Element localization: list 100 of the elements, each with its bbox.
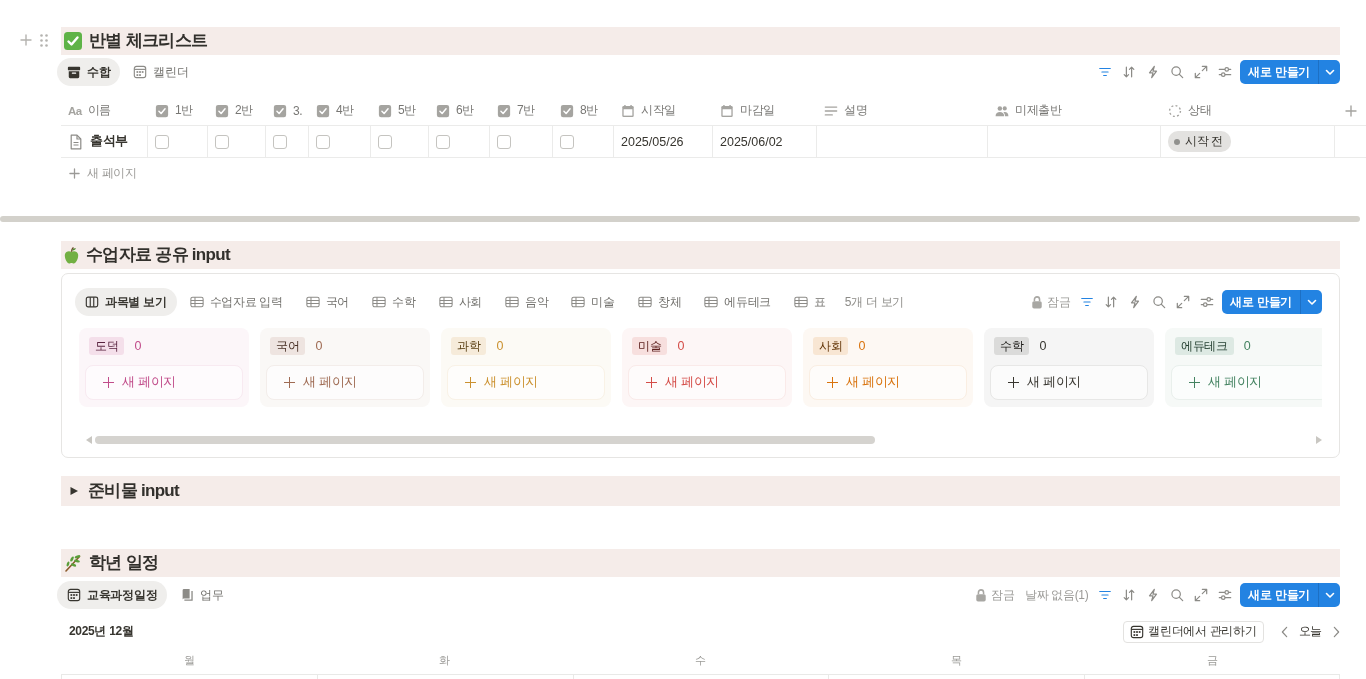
column-header[interactable]: 미제출반 xyxy=(1015,102,1062,119)
checkbox-type-icon xyxy=(378,103,392,118)
checkbox[interactable] xyxy=(497,134,511,149)
column-header[interactable]: 시작일 xyxy=(641,102,677,119)
view-tab[interactable]: 에듀테크 xyxy=(694,288,782,316)
table-icon xyxy=(372,295,387,309)
lock-button[interactable]: 잠금 xyxy=(1031,293,1071,311)
group-count: 0 xyxy=(315,339,323,353)
expand-icon[interactable] xyxy=(1194,588,1209,602)
add-page-button[interactable]: 새 페이지 xyxy=(628,365,786,400)
checkbox[interactable] xyxy=(273,134,287,149)
add-column-icon[interactable] xyxy=(1344,104,1357,117)
view-tab[interactable]: 음악 xyxy=(495,288,559,316)
calendar-icon xyxy=(67,588,81,602)
checkbox[interactable] xyxy=(155,134,169,149)
table-icon xyxy=(438,295,453,309)
column-header[interactable]: 2반 xyxy=(235,102,254,119)
add-page-button[interactable]: 새 페이지 xyxy=(1171,365,1322,400)
people-icon xyxy=(995,104,1009,117)
search-icon[interactable] xyxy=(1170,588,1185,602)
chevron-right-icon[interactable] xyxy=(1333,625,1340,638)
view-tab[interactable]: 수합 xyxy=(57,58,121,86)
add-page-button[interactable]: 새 페이지 xyxy=(447,365,605,400)
checkbox[interactable] xyxy=(215,134,229,149)
settings-icon[interactable] xyxy=(1218,65,1233,79)
group-count: 0 xyxy=(496,339,504,353)
sort-icon[interactable] xyxy=(1122,588,1137,602)
add-page-button[interactable]: 새 페이지 xyxy=(990,365,1148,400)
column-header[interactable]: 설명 xyxy=(844,102,868,119)
sort-icon[interactable] xyxy=(1104,295,1119,309)
column-header[interactable]: 상태 xyxy=(1188,102,1212,119)
expand-icon[interactable] xyxy=(1194,65,1209,79)
view-tab[interactable]: 수학 xyxy=(362,288,426,316)
checkbox[interactable] xyxy=(560,134,574,149)
view-tab[interactable]: 사회 xyxy=(428,288,492,316)
checkbox-type-icon xyxy=(316,103,330,118)
view-tab[interactable]: 국어 xyxy=(295,288,360,316)
group-tag: 도덕 xyxy=(89,337,125,355)
column-header[interactable]: 5반 xyxy=(398,102,417,119)
new-button[interactable]: 새로 만들기 xyxy=(1240,60,1318,84)
chevron-left-icon[interactable] xyxy=(1280,625,1288,638)
manage-calendar-button[interactable]: 캘린더에서 관리하기 xyxy=(1123,620,1264,643)
column-header[interactable]: 마감일 xyxy=(740,102,776,119)
expand-icon[interactable] xyxy=(1176,295,1191,309)
column-header[interactable]: 1반 xyxy=(175,102,194,119)
add-page-button[interactable]: 새 페이지 xyxy=(266,365,424,400)
dropdown-button[interactable] xyxy=(1318,60,1340,84)
column-header[interactable]: 7반 xyxy=(517,102,536,119)
filter-icon[interactable] xyxy=(1098,65,1113,79)
drag-handle-icon[interactable] xyxy=(40,34,48,47)
filter-icon[interactable] xyxy=(1080,295,1095,309)
add-page-button[interactable]: 새 페이지 xyxy=(85,365,243,400)
column-header[interactable]: 3. xyxy=(293,103,303,118)
view-tab[interactable]: 업무 xyxy=(170,581,234,609)
toggle-triangle-icon[interactable] xyxy=(69,486,79,496)
new-button[interactable]: 새로 만들기 xyxy=(1222,290,1300,314)
group-tag: 과학 xyxy=(451,337,487,355)
checkbox[interactable] xyxy=(378,134,392,149)
checkbox-type-icon xyxy=(436,103,450,118)
new-page-button[interactable]: 새 페이지 xyxy=(61,160,145,186)
new-button[interactable]: 새로 만들기 xyxy=(1240,583,1318,607)
search-icon[interactable] xyxy=(1152,295,1167,309)
scrollbar-thumb[interactable] xyxy=(95,436,875,444)
settings-icon[interactable] xyxy=(1200,295,1215,309)
view-tab[interactable]: 캘린더 xyxy=(123,58,199,86)
today-button[interactable]: 오늘 xyxy=(1296,623,1324,640)
plus-icon[interactable] xyxy=(20,34,32,46)
dropdown-button[interactable] xyxy=(1300,290,1322,314)
column-header[interactable]: 6반 xyxy=(456,102,475,119)
checkbox[interactable] xyxy=(316,134,330,149)
view-tab[interactable]: 표 xyxy=(784,288,836,316)
calendar-icon xyxy=(1130,624,1145,639)
add-page-button[interactable]: 새 페이지 xyxy=(809,365,967,400)
search-icon[interactable] xyxy=(1170,65,1185,79)
view-tab[interactable]: 교육과정일정 xyxy=(57,581,168,609)
lock-button[interactable]: 잠금 xyxy=(975,586,1015,604)
view-tab[interactable]: 수업자료 입력 xyxy=(179,288,293,316)
view-tab[interactable]: 과목별 보기 xyxy=(75,288,177,316)
column-header[interactable]: 8반 xyxy=(580,102,599,119)
view-tab[interactable]: 미술 xyxy=(561,288,625,316)
view-tab[interactable]: 창체 xyxy=(627,288,692,316)
heading-title: 학년 일정 xyxy=(89,552,159,574)
checkbox-type-icon xyxy=(497,103,511,118)
table-icon xyxy=(571,295,586,309)
group-tag: 사회 xyxy=(813,337,849,355)
weekday-label: 목 xyxy=(950,652,962,668)
column-header[interactable]: 4반 xyxy=(336,102,355,119)
dropdown-button[interactable] xyxy=(1318,583,1340,607)
checkbox-type-icon xyxy=(560,103,574,118)
more-views-button[interactable]: 5개 더 보기 xyxy=(838,293,910,311)
weekday-label: 수 xyxy=(695,652,706,668)
column-header[interactable]: 이름 xyxy=(87,102,112,119)
row-title[interactable]: 출석부 xyxy=(90,133,129,150)
filter-icon[interactable] xyxy=(1098,588,1113,602)
table-cell: 2025/05/26 xyxy=(621,134,684,149)
table-cell: 2025/06/02 xyxy=(720,134,783,149)
checkbox[interactable] xyxy=(436,134,450,149)
sort-icon[interactable] xyxy=(1122,65,1137,79)
settings-icon[interactable] xyxy=(1218,588,1233,602)
no-date-button[interactable]: 날짜 없음(1) xyxy=(1024,586,1089,604)
